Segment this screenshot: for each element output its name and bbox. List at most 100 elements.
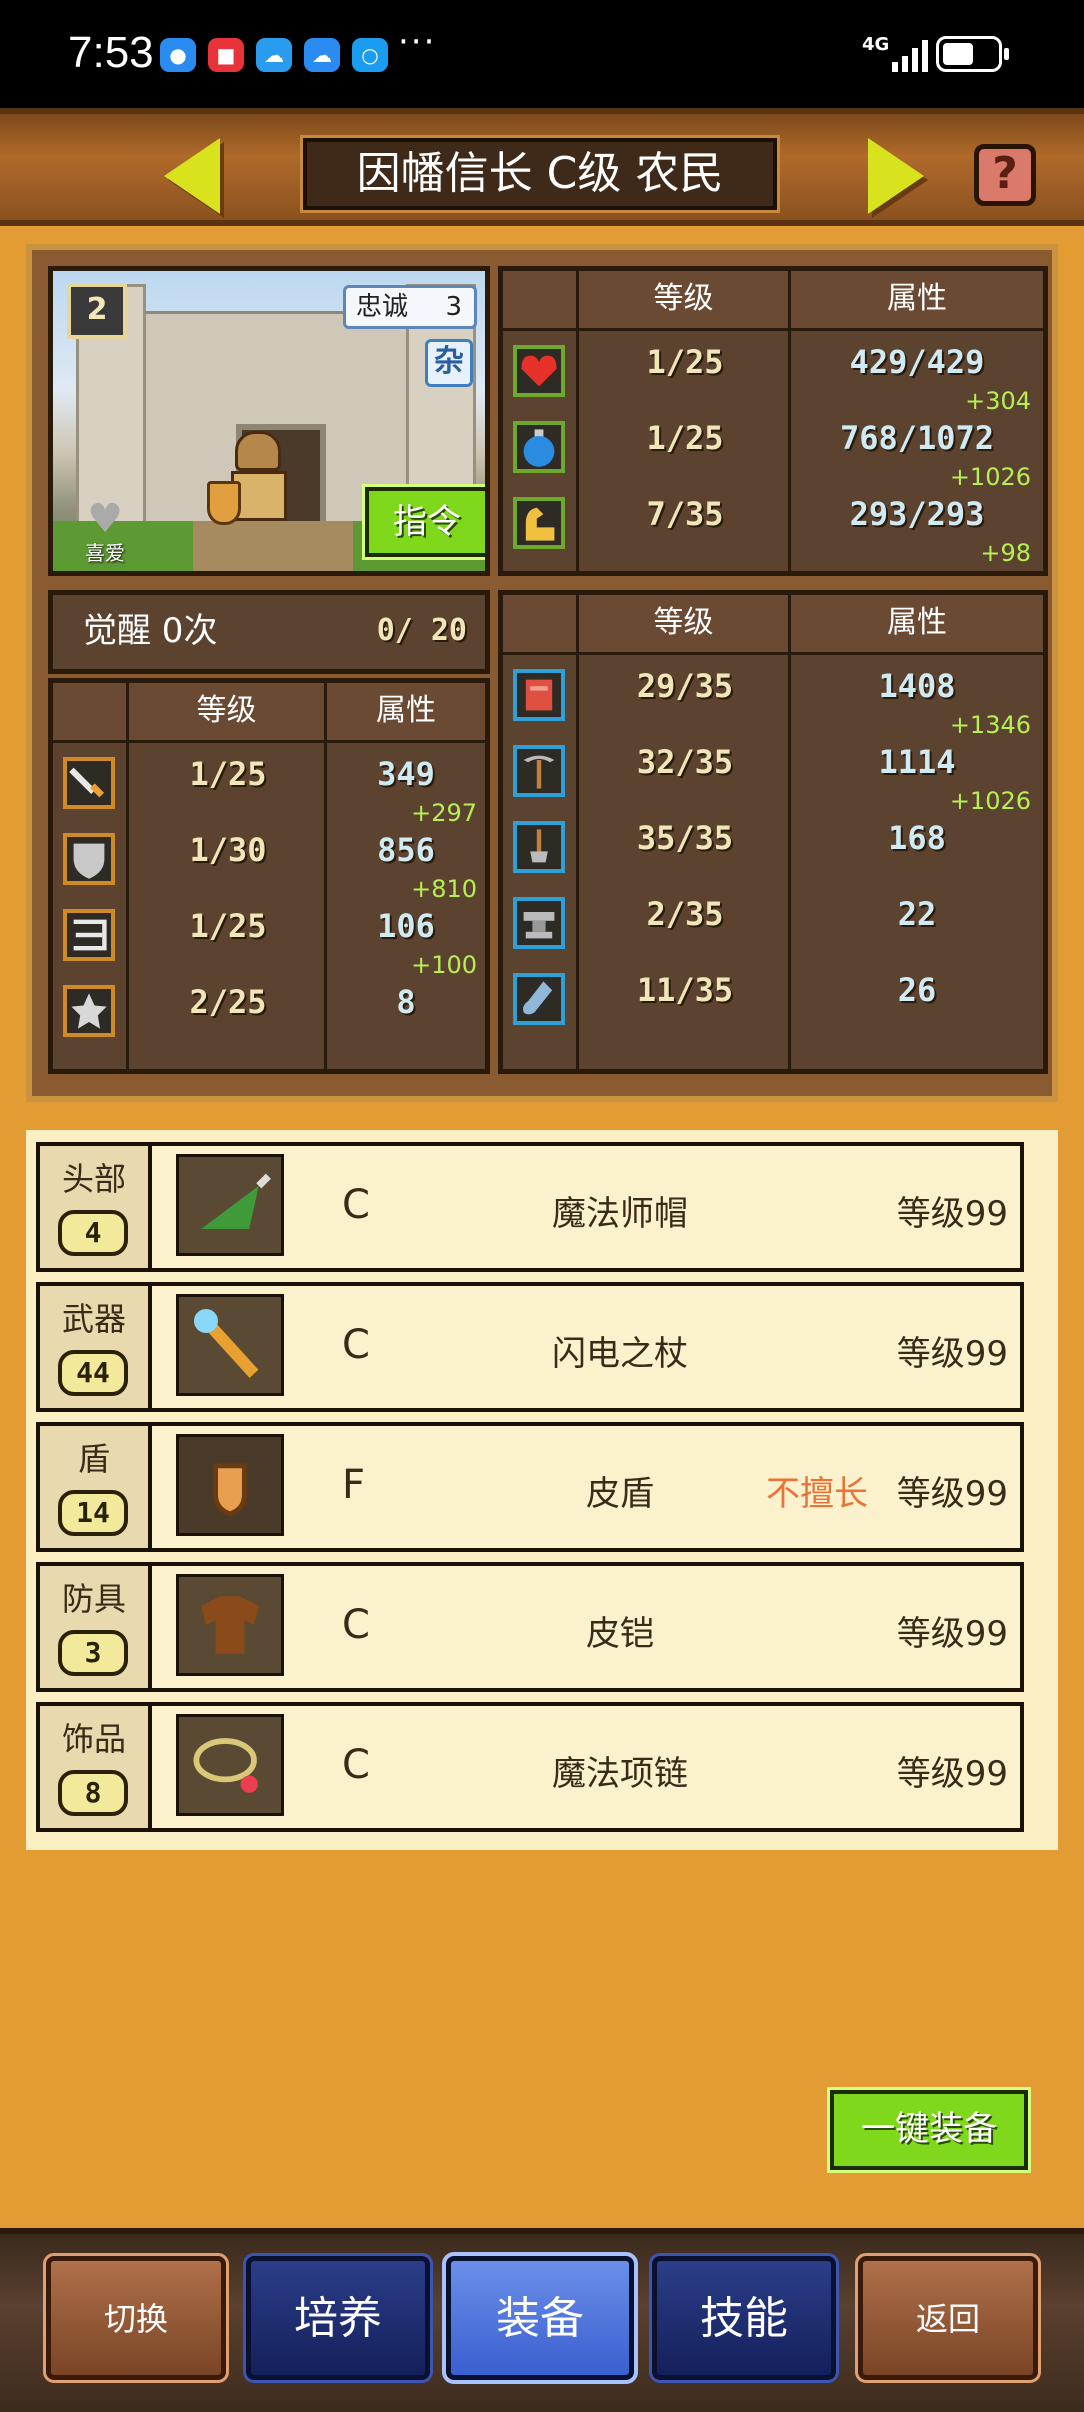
stat-value: 22 [897,895,937,933]
slot-count: 44 [58,1350,128,1396]
bow-icon [63,909,115,961]
like-heart-icon[interactable]: ♥ [75,499,135,539]
table-row: 2/35 22 [503,889,1043,965]
stat-level: 32/35 [636,743,734,781]
stat-level: 1/25 [189,907,267,945]
network-label: 4G [862,34,890,55]
attr-header: 属性 [791,595,1043,655]
equipment-panel: 头部 4 C 魔法师帽 等级99 武器 44 C 闪电之杖 等级99 盾 14 … [26,1130,1058,1850]
table-row: 1/30 856 +810 [53,825,485,903]
stat-level: 29/35 [636,667,734,705]
weather-icon: ☁ [304,38,340,72]
heart-icon [513,345,565,397]
stat-value: 106 [377,907,435,945]
item-name: 皮铠 [586,1614,654,1654]
cloud-icon: ☁ [256,38,292,72]
strength-arm-icon [513,497,565,549]
table-row: 7/35 293/293 +98 [503,489,1043,567]
table-row: 11/35 26 [503,965,1043,1041]
stat-level: 1/25 [646,419,724,457]
stat-value: 8 [396,983,416,1021]
character-header: 因幡信长 C级 农民 ? [0,108,1084,226]
level-header: 等级 [129,683,327,743]
slot-label-box: 头部 4 [40,1146,152,1268]
help-button[interactable]: ? [974,144,1036,206]
tab-equip[interactable]: 装备 [442,2252,638,2384]
shovel-icon [513,821,565,873]
shield-icon [63,833,115,885]
stat-value: 856 [377,831,435,869]
awaken-progress: 0/ 20 [376,613,467,648]
anvil-icon [513,897,565,949]
item-name: 皮盾 [586,1474,654,1514]
item-level: 等级99 [896,1194,1008,1234]
stat-bonus: +810 [411,875,477,903]
slot-count: 4 [58,1210,128,1256]
item-grade: F [342,1462,366,1508]
slot-name: 饰品 [61,1720,126,1758]
bottom-nav: 切换 培养 装备 技能 返回 [0,2228,1084,2412]
stat-value: 768/1072 [839,419,995,457]
pickaxe-icon [513,745,565,797]
table-row: 32/35 1114 +1026 [503,737,1043,815]
equip-slot-weapon[interactable]: 武器 44 C 闪电之杖 等级99 [36,1282,1024,1412]
item-level: 等级99 [896,1474,1008,1514]
table-row: 1/25 106 +100 [53,901,485,979]
attr-header: 属性 [327,683,485,743]
battery-icon [936,36,1009,72]
stat-value: 26 [897,971,937,1009]
stat-level: 2/35 [646,895,724,933]
tab-train[interactable]: 培养 [243,2253,433,2383]
slot-count: 8 [58,1770,128,1816]
stat-level: 2/25 [189,983,267,1021]
command-button[interactable]: 指令 [362,484,485,560]
slot-label-box: 武器 44 [40,1286,152,1408]
next-character-arrow-icon[interactable] [868,138,924,214]
equip-slot-shield[interactable]: 盾 14 F 皮盾 不擅长 等级99 [36,1422,1024,1552]
book-icon [513,669,565,721]
level-header: 等级 [579,595,791,655]
back-button[interactable]: 返回 [855,2253,1041,2383]
stat-value: 1114 [878,743,956,781]
stat-value: 1408 [878,667,956,705]
table-row: 1/25 429/429 +304 [503,337,1043,415]
item-grade: C [342,1602,370,1648]
equip-slot-armor[interactable]: 防具 3 C 皮铠 等级99 [36,1562,1024,1692]
item-name: 魔法项链 [552,1754,688,1794]
level-header: 等级 [579,271,791,331]
table-row: 1/25 349 +297 [53,749,485,827]
item-level: 等级99 [896,1614,1008,1654]
notification-icons: ● ■ ☁ ☁ ○ [160,38,388,72]
stat-bonus: +100 [411,951,477,979]
slot-name: 武器 [61,1300,126,1338]
table-row: 29/35 1408 +1346 [503,661,1043,739]
equip-slot-head[interactable]: 头部 4 C 魔法师帽 等级99 [36,1142,1024,1272]
wizard-hat-icon [176,1154,284,1256]
table-row: 2/25 8 [53,977,485,1053]
character-portrait: 2 忠诚 3 杂 ♥ 喜爱 指令 [48,266,490,576]
slot-count: 14 [58,1490,128,1536]
table-row: 1/25 768/1072 +1026 [503,413,1043,491]
misc-badge: 杂 [425,339,473,387]
switch-button[interactable]: 切换 [43,2253,229,2383]
one-key-equip-button[interactable]: 一键装备 [827,2087,1031,2173]
leather-shield-icon [176,1434,284,1536]
tab-skill[interactable]: 技能 [649,2253,839,2383]
message-icon: ● [160,38,196,72]
stat-value: 293/293 [849,495,985,533]
stat-value: 429/429 [849,343,985,381]
loyalty-box: 忠诚 3 [343,285,477,329]
job-stats-table: 等级 属性 29/35 1408 +1346 32/35 1114 +1026 … [498,590,1048,1074]
flask-icon [513,973,565,1025]
item-grade: C [342,1322,370,1368]
awaken-box: 觉醒 0次 0/ 20 [48,590,490,674]
rank-badge: 2 [67,283,127,339]
equip-slot-accessory[interactable]: 饰品 8 C 魔法项链 等级99 [36,1702,1024,1832]
stat-bonus: +98 [980,539,1031,567]
leather-armor-icon [176,1574,284,1676]
search-app-icon: ○ [352,38,388,72]
stat-value: 168 [888,819,946,857]
slot-label-box: 防具 3 [40,1566,152,1688]
prev-character-arrow-icon[interactable] [164,138,220,214]
lightning-staff-icon [176,1294,284,1396]
